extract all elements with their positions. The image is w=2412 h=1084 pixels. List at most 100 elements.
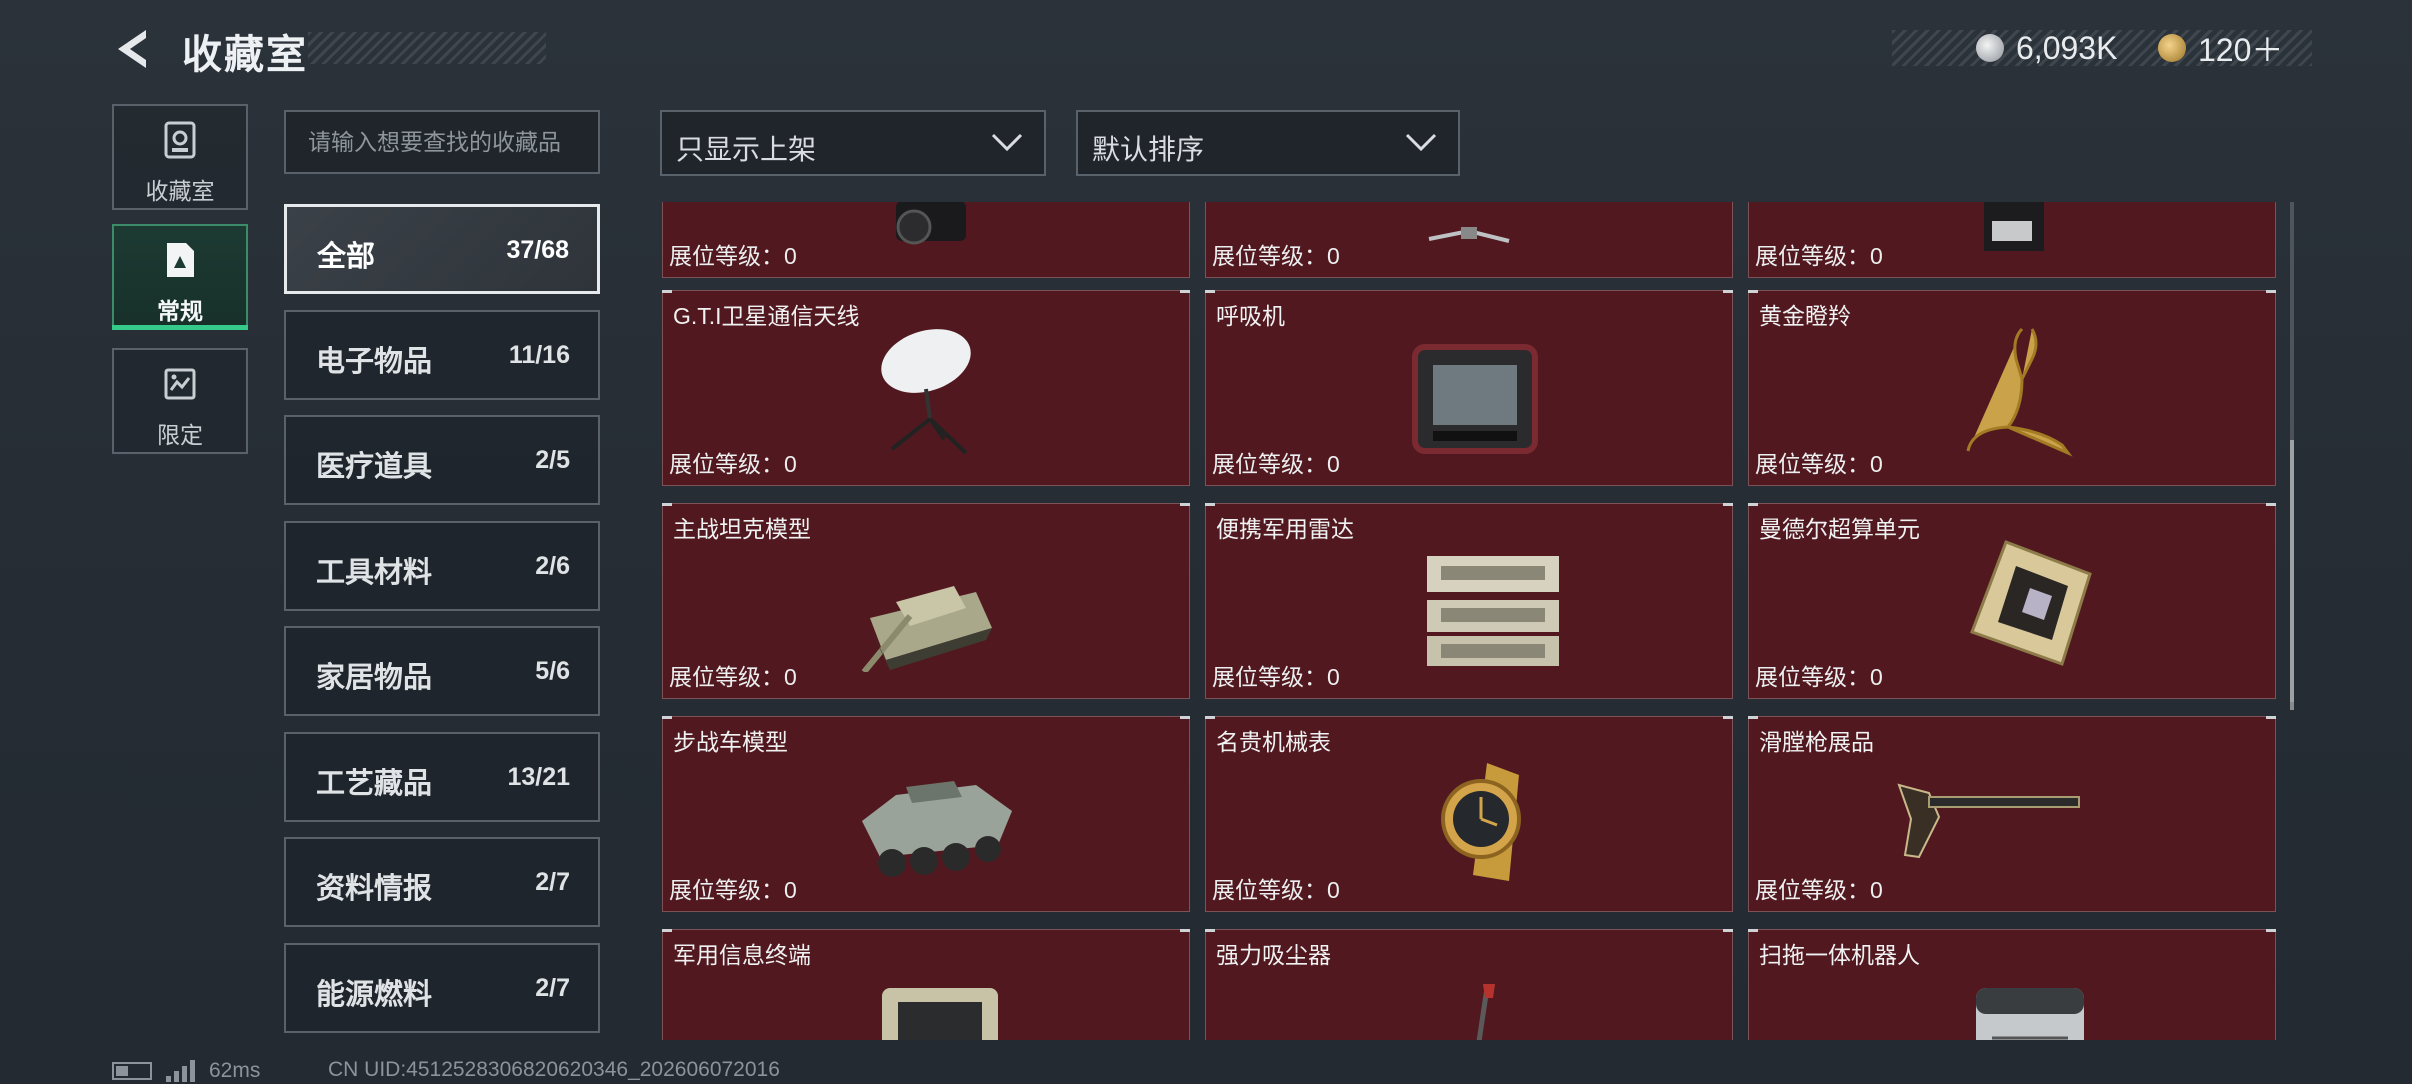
category-home[interactable]: 家居物品 5/6	[284, 626, 600, 716]
gold-amount: 120＋	[2198, 32, 2284, 68]
category-tools[interactable]: 工具材料 2/6	[284, 521, 600, 611]
collectible-card[interactable]: 便携军用雷达 展位等级：0	[1205, 503, 1733, 699]
collectible-card[interactable]: 扫拖一体机器人	[1748, 929, 2276, 1040]
collectible-card[interactable]: 展位等级：0	[1205, 202, 1733, 278]
ifv-model-icon	[862, 781, 1012, 877]
collectible-card[interactable]: 展位等级：0	[662, 202, 1190, 278]
search-input[interactable]	[284, 110, 600, 174]
military-terminal-icon	[882, 988, 998, 1040]
category-count: 13/21	[507, 763, 570, 791]
nav-limited[interactable]: 限定	[112, 348, 248, 454]
nav-regular[interactable]: 常规	[112, 224, 248, 330]
item-name: 扫拖一体机器人	[1759, 942, 1920, 968]
collectible-card[interactable]: 滑膛枪展品 展位等级：0	[1748, 716, 2276, 912]
ventilator-icon	[1412, 344, 1538, 454]
category-count: 2/7	[535, 974, 570, 1002]
status-bar: 62ms	[112, 1058, 260, 1084]
battery-icon	[112, 1062, 152, 1080]
signal-icon	[166, 1060, 195, 1082]
collectible-card[interactable]: 军用信息终端	[662, 929, 1190, 1040]
musket-icon	[1897, 783, 2080, 859]
collectible-card[interactable]: 黄金瞪羚 展位等级：0	[1748, 290, 2276, 486]
category-name: 工具材料	[316, 557, 433, 589]
regular-icon	[167, 243, 194, 277]
nav-label: 常规	[157, 298, 203, 324]
back-button[interactable]	[108, 24, 158, 74]
category-medical[interactable]: 医疗道具 2/5	[284, 415, 600, 505]
satellite-dish-icon	[881, 329, 971, 455]
item-name: 曼德尔超算单元	[1759, 516, 1920, 542]
luxury-watch-icon	[1441, 763, 1521, 881]
nav-collection-room[interactable]: 收藏室	[112, 104, 248, 210]
collectible-card[interactable]: 展位等级：0	[1748, 202, 2276, 278]
category-name: 家居物品	[316, 662, 433, 694]
silver-currency[interactable]: 6,093K	[1976, 30, 2117, 66]
booth-level: 展位等级：0	[669, 451, 797, 477]
category-name: 全部	[317, 241, 376, 273]
back-arrow-icon	[118, 30, 146, 68]
gold-currency[interactable]: 120＋	[2158, 30, 2283, 68]
golden-gazelle-icon	[1966, 327, 2073, 457]
item-name: 主战坦克模型	[673, 516, 811, 542]
category-name: 资料情报	[316, 873, 433, 905]
category-count: 2/7	[535, 868, 570, 896]
collectible-card[interactable]: 呼吸机 展位等级：0	[1205, 290, 1733, 486]
booth-level: 展位等级：0	[1212, 243, 1340, 269]
display-filter-dropdown[interactable]: 只显示上架	[660, 110, 1046, 176]
category-count: 2/5	[535, 446, 570, 474]
item-name: 黄金瞪羚	[1759, 303, 1851, 329]
collectible-card[interactable]: 曼德尔超算单元 展位等级：0	[1748, 503, 2276, 699]
category-name: 能源燃料	[316, 979, 433, 1011]
collectible-card[interactable]: 主战坦克模型 展位等级：0	[662, 503, 1190, 699]
camera-icon	[896, 202, 966, 245]
item-name: 名贵机械表	[1216, 729, 1331, 755]
category-electronics[interactable]: 电子物品 11/16	[284, 310, 600, 400]
category-count: 2/6	[535, 552, 570, 580]
booth-level: 展位等级：0	[1212, 451, 1340, 477]
item-name: 步战车模型	[673, 729, 788, 755]
item-name: 便携军用雷达	[1216, 516, 1354, 542]
mop-robot-icon	[1976, 988, 2084, 1040]
limited-icon	[164, 368, 196, 400]
nav-label: 收藏室	[145, 178, 215, 204]
page-title: 收藏室	[182, 33, 308, 77]
booth-level: 展位等级：0	[1755, 664, 1883, 690]
category-all[interactable]: 全部 37/68	[284, 204, 600, 294]
chevron-down-icon	[1405, 133, 1437, 152]
tank-model-icon	[861, 586, 992, 672]
coffee-machine-icon	[1984, 202, 2044, 251]
booth-level: 展位等级：0	[669, 243, 797, 269]
category-intel[interactable]: 资料情报 2/7	[284, 837, 600, 927]
chevron-down-icon	[991, 133, 1023, 152]
booth-level: 展位等级：0	[669, 664, 797, 690]
collectible-card[interactable]: 名贵机械表 展位等级：0	[1205, 716, 1733, 912]
item-name: 军用信息终端	[673, 942, 811, 968]
title-decoration	[308, 32, 546, 64]
booth-level: 展位等级：0	[1212, 877, 1340, 903]
booth-level: 展位等级：0	[1755, 243, 1883, 269]
display-filter-value: 只显示上架	[676, 134, 817, 165]
category-name: 电子物品	[316, 346, 433, 378]
vacuum-cleaner-icon	[1476, 984, 1495, 1040]
sort-dropdown[interactable]: 默认排序	[1076, 110, 1460, 176]
collectible-card[interactable]: G.T.I卫星通信天线 展位等级：0	[662, 290, 1190, 486]
silver-amount: 6,093K	[2016, 29, 2118, 66]
booth-level: 展位等级：0	[1212, 664, 1340, 690]
booth-level: 展位等级：0	[1755, 877, 1883, 903]
collection-room-icon	[164, 121, 196, 159]
uid-text: CN UID:4512528306820620346_202606072016	[328, 1058, 780, 1081]
nav-label: 限定	[157, 422, 203, 448]
category-name: 工艺藏品	[316, 768, 433, 800]
gold-coin-icon	[2158, 34, 2186, 62]
category-energy[interactable]: 能源燃料 2/7	[284, 943, 600, 1033]
category-crafts[interactable]: 工艺藏品 13/21	[284, 732, 600, 822]
booth-level: 展位等级：0	[669, 877, 797, 903]
category-count: 5/6	[535, 657, 570, 685]
collectible-grid: 展位等级：0 展位等级：0 展位等级：0 G.T.I卫星通信天线 展位等级：0 …	[660, 202, 2276, 1040]
grid-scrollbar-thumb[interactable]	[2290, 440, 2294, 710]
sort-value: 默认排序	[1092, 134, 1205, 165]
silver-coin-icon	[1976, 34, 2004, 62]
drone-icon	[1428, 227, 1510, 243]
collectible-card[interactable]: 强力吸尘器	[1205, 929, 1733, 1040]
collectible-card[interactable]: 步战车模型 展位等级：0	[662, 716, 1190, 912]
